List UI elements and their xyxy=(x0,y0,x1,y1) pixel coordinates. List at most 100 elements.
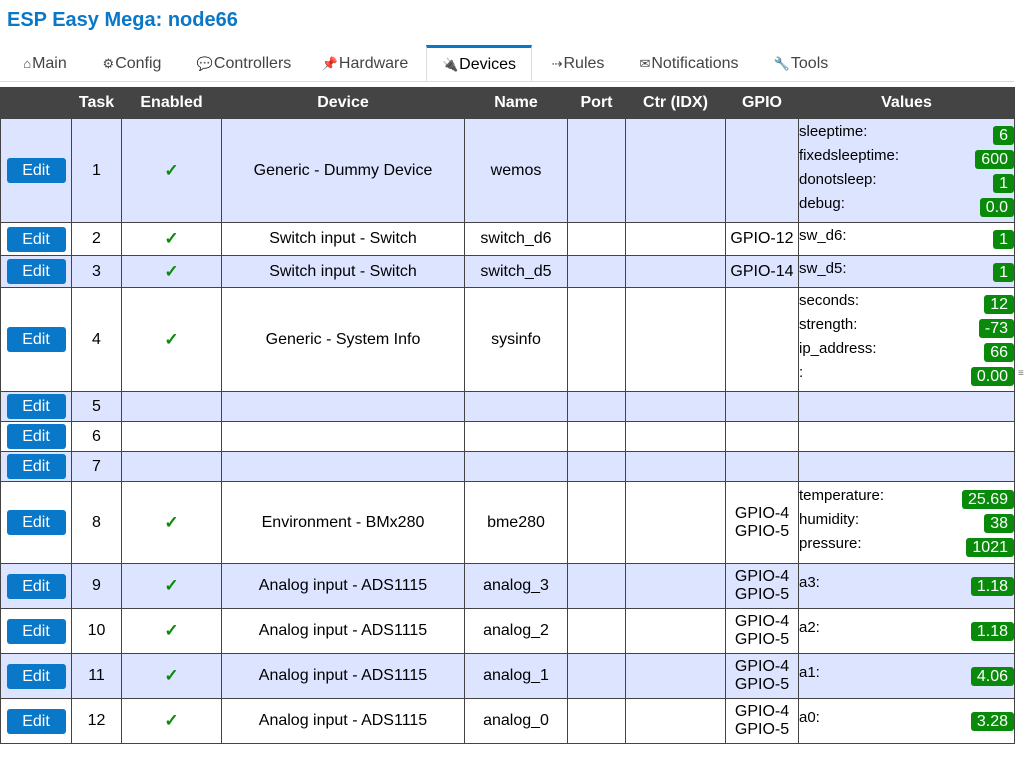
tab-devices[interactable]: 🔌Devices xyxy=(426,45,532,81)
value-badge: 0.0 xyxy=(979,197,1014,217)
header-ctr-idx[interactable]: Ctr (IDX) xyxy=(625,87,726,119)
gpio-cell: GPIO-4 GPIO-5 xyxy=(725,608,799,654)
ctr-idx-cell xyxy=(625,255,726,288)
gpio-cell xyxy=(725,287,799,392)
header-gpio[interactable]: GPIO xyxy=(725,87,799,119)
header-task[interactable]: Task xyxy=(71,87,122,119)
gpio-pin: GPIO-5 xyxy=(734,522,790,540)
value-badge: 1.18 xyxy=(970,622,1014,641)
value-name: pressure: xyxy=(799,534,862,552)
device-name: sysinfo xyxy=(464,287,568,392)
values-cell: sw_d5: 1 xyxy=(798,255,1015,288)
tab-config[interactable]: ⚙Config xyxy=(92,48,172,80)
task-number: 5 xyxy=(71,391,122,422)
value-row: : 0.00 xyxy=(799,364,1014,388)
header-edit xyxy=(0,87,72,119)
tab-rules[interactable]: ⇢Rules xyxy=(542,48,614,80)
value-row: a3: 1.18 xyxy=(799,574,1014,598)
table-row: Edit 2 ✓ Switch input - Switch switch_d6… xyxy=(0,222,1015,256)
value-row: sleeptime: 6 xyxy=(799,123,1014,147)
value-name: seconds: xyxy=(799,291,860,309)
header-enabled[interactable]: Enabled xyxy=(121,87,222,119)
arrow-right-icon: ⇢ xyxy=(551,56,563,71)
edit-button[interactable]: Edit xyxy=(6,708,66,734)
device-name: analog_1 xyxy=(464,653,568,699)
value-row: a2: 1.18 xyxy=(799,619,1014,643)
values-cell xyxy=(798,421,1015,452)
table-row: Edit 12 ✓ Analog input - ADS1115 analog_… xyxy=(0,698,1015,744)
tab-hardware[interactable]: 📌Hardware xyxy=(314,48,416,80)
plug-icon: 🔌 xyxy=(441,57,459,72)
value-name: strength: xyxy=(799,315,858,333)
table-row: Edit 6 xyxy=(0,421,1015,452)
check-icon: ✓ xyxy=(164,621,179,640)
tab-bar: ⌂Main ⚙Config 💬Controllers 📌Hardware 🔌De… xyxy=(0,45,1014,82)
edit-button[interactable]: Edit xyxy=(6,510,66,535)
edit-button[interactable]: Edit xyxy=(6,259,66,284)
edit-cell: Edit xyxy=(0,421,72,452)
table-row: Edit 11 ✓ Analog input - ADS1115 analog_… xyxy=(0,653,1015,699)
tab-controllers[interactable]: 💬Controllers xyxy=(186,48,302,80)
header-device[interactable]: Device xyxy=(221,87,465,119)
gpio-cell: GPIO-4 GPIO-5 xyxy=(725,698,799,744)
device-type xyxy=(221,421,465,452)
edit-cell: Edit xyxy=(0,118,72,223)
value-name: debug: xyxy=(799,194,845,212)
edit-button[interactable]: Edit xyxy=(6,424,66,449)
header-name[interactable]: Name xyxy=(464,87,568,119)
tab-notifications[interactable]: ✉Notifications xyxy=(630,48,748,80)
edit-cell: Edit xyxy=(0,698,72,744)
table-row: Edit 9 ✓ Analog input - ADS1115 analog_3… xyxy=(0,563,1015,609)
gpio-cell xyxy=(725,391,799,422)
table-row: Edit 7 xyxy=(0,451,1015,482)
gpio-cell: GPIO-4 GPIO-5 xyxy=(725,653,799,699)
value-badge: 38 xyxy=(984,513,1014,533)
value-row: sw_d6: 1 xyxy=(799,227,1014,251)
edit-button[interactable]: Edit xyxy=(6,618,66,644)
enabled-cell: ✓ xyxy=(121,608,222,654)
device-name xyxy=(464,421,568,452)
gpio-cell: GPIO-4 GPIO-5 xyxy=(725,481,799,564)
value-name: a2: xyxy=(799,619,820,636)
header-values[interactable]: Values xyxy=(798,87,1015,119)
task-number: 10 xyxy=(71,608,122,654)
device-type: Generic - Dummy Device xyxy=(221,118,465,223)
tab-tools[interactable]: 🔧Tools xyxy=(766,48,836,80)
device-type: Switch input - Switch xyxy=(221,255,465,288)
tab-main[interactable]: ⌂Main xyxy=(8,48,82,80)
envelope-icon: ✉ xyxy=(639,56,651,71)
edit-button[interactable]: Edit xyxy=(6,158,66,183)
check-icon: ✓ xyxy=(164,576,179,595)
edit-button[interactable]: Edit xyxy=(6,663,66,689)
edit-cell: Edit xyxy=(0,653,72,699)
task-number: 3 xyxy=(71,255,122,288)
values-cell: temperature: 25.69 humidity: 38 pressure: 1… xyxy=(798,481,1015,564)
value-badge: 3.28 xyxy=(970,712,1014,731)
value-name: sleeptime: xyxy=(799,122,868,140)
gpio-pin: GPIO-5 xyxy=(734,676,790,693)
enabled-cell: ✓ xyxy=(121,481,222,564)
edit-button[interactable]: Edit xyxy=(6,327,66,352)
edit-cell: Edit xyxy=(0,287,72,392)
table-row: Edit 8 ✓ Environment - BMx280 bme280 GPI… xyxy=(0,481,1015,564)
header-port[interactable]: Port xyxy=(567,87,626,119)
gpio-pin: GPIO-5 xyxy=(734,586,790,603)
value-badge: 4.06 xyxy=(970,667,1014,686)
wrench-icon: 🔧 xyxy=(773,56,790,71)
table-row: Edit 10 ✓ Analog input - ADS1115 analog_… xyxy=(0,608,1015,654)
device-name: analog_3 xyxy=(464,563,568,609)
enabled-cell: ✓ xyxy=(121,653,222,699)
device-name xyxy=(464,391,568,422)
task-number: 1 xyxy=(71,118,122,223)
edit-button[interactable]: Edit xyxy=(6,226,66,252)
scrollbar-grip-icon[interactable]: ≡ xyxy=(1018,368,1024,379)
gpio-pin: GPIO-12 xyxy=(730,230,794,247)
edit-button[interactable]: Edit xyxy=(6,394,66,419)
task-number: 7 xyxy=(71,451,122,482)
enabled-cell xyxy=(121,451,222,482)
gpio-cell xyxy=(725,118,799,223)
edit-cell: Edit xyxy=(0,608,72,654)
edit-button[interactable]: Edit xyxy=(6,573,66,599)
edit-button[interactable]: Edit xyxy=(6,454,66,479)
value-row: humidity: 38 xyxy=(799,511,1014,535)
